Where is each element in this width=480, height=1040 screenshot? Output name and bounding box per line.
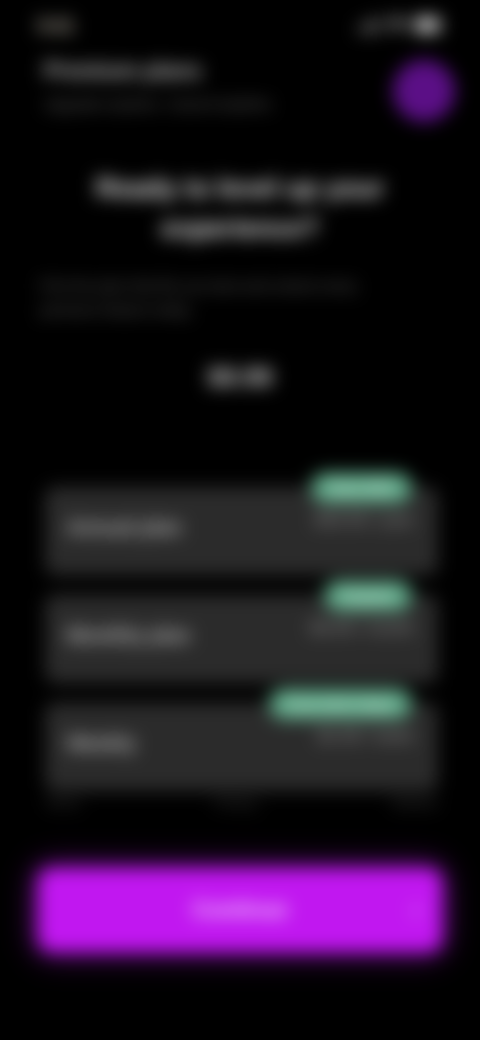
privacy-link[interactable]: Privacy <box>215 795 258 810</box>
continue-button-label: Continue <box>192 897 288 922</box>
signal-icon <box>358 18 380 32</box>
status-icons <box>358 18 440 32</box>
plan-name: Monthly plan <box>67 625 191 647</box>
plan-card-monthly[interactable]: Popular Monthly plan $9.99 / month <box>45 581 438 683</box>
plan-price: $59.99 / year <box>314 510 414 529</box>
plan-name: Annual plan <box>67 517 182 539</box>
status-bar: 9:41 <box>0 0 480 52</box>
hero-body: Pick the plan that fits you best and unl… <box>40 278 357 319</box>
plan-card-annual[interactable]: Save 50% Annual plan $59.99 / year <box>45 473 438 575</box>
header-title: Premium plans <box>44 58 202 83</box>
plan-card-weekly[interactable]: Free trial 3 days Weekly $2.99 / week <box>45 689 438 791</box>
header-subtitle: Upgrade anytime. Cancel anytime. <box>44 96 275 113</box>
footer-links: Terms Privacy Restore <box>45 795 438 810</box>
plan-badge: Save 50% <box>311 473 412 503</box>
plan-price: $2.99 / week <box>317 726 414 745</box>
continue-button[interactable]: Continue › <box>38 868 442 952</box>
plan-badge: Free trial 3 days <box>269 689 412 719</box>
wifi-icon <box>388 18 406 32</box>
plan-price: $9.99 / month <box>310 618 414 637</box>
plan-name: Weekly <box>67 733 136 755</box>
plan-badge: Popular <box>323 581 412 611</box>
battery-icon <box>414 18 440 32</box>
terms-link[interactable]: Terms <box>45 795 80 810</box>
chevron-right-icon: › <box>412 896 420 923</box>
restore-link[interactable]: Restore <box>392 795 438 810</box>
status-time: 9:41 <box>38 16 75 36</box>
app-screen: 9:41 Premium plans Upgrade anytime. Canc… <box>0 0 480 1040</box>
hero-price: $9.99 <box>207 362 273 392</box>
hero-title: Ready to level up your experience? <box>95 173 385 243</box>
avatar[interactable] <box>393 60 455 122</box>
